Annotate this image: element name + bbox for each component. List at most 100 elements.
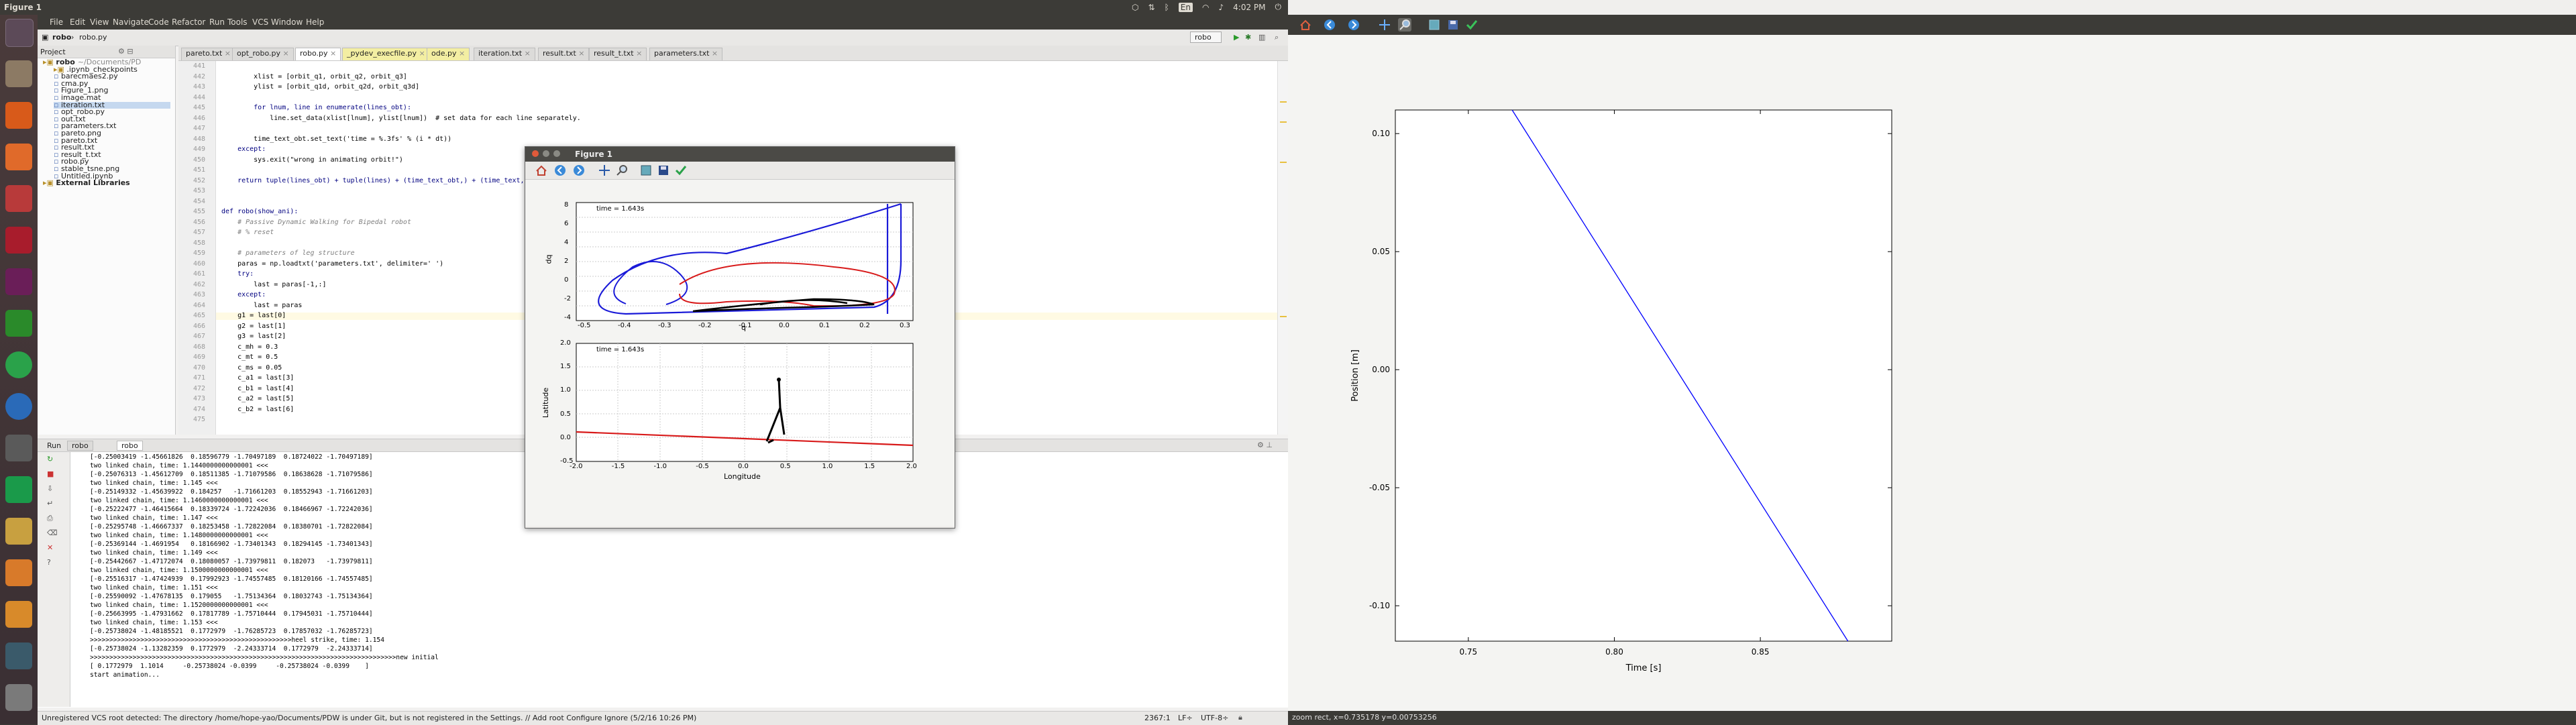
menu-refactor[interactable]: Refactor [172, 17, 205, 27]
print-icon[interactable]: ⎙ [47, 514, 53, 523]
coverage-icon[interactable]: ▥ [1258, 33, 1265, 42]
code-line[interactable]: g3 = last[2] [221, 333, 286, 340]
code-line[interactable]: c_ms = 0.05 [221, 364, 282, 372]
menu-tools[interactable]: Tools [227, 17, 248, 27]
close-tab-icon[interactable]: × [709, 49, 718, 58]
chrome-icon[interactable] [5, 351, 32, 378]
menu-window[interactable]: Window [271, 17, 303, 27]
code-line[interactable]: c_b1 = last[4] [221, 385, 294, 392]
menu-navigate[interactable]: Navigate [113, 17, 149, 27]
zoom-icon[interactable] [615, 164, 629, 177]
soft-wrap-icon[interactable]: ↵ [47, 499, 53, 508]
tab-opt-robo-py[interactable]: opt_robo.py × [232, 48, 294, 60]
menu-file[interactable]: File [50, 17, 63, 27]
code-line[interactable]: time_text_obt.set_text('time = %.3fs' % … [221, 135, 451, 143]
code-line[interactable]: c_a1 = last[3] [221, 374, 294, 382]
code-line[interactable]: except: [221, 146, 266, 153]
forward-icon[interactable] [1347, 18, 1360, 32]
run-settings-icon[interactable]: ⚙ ⊥ [1257, 441, 1273, 449]
code-line[interactable]: c_a2 = last[5] [221, 395, 294, 402]
edit-axis-icon[interactable] [1465, 18, 1479, 32]
zoom-icon[interactable] [1398, 18, 1411, 32]
subplots-config-icon[interactable] [1428, 18, 1441, 32]
ubuntu-software-icon[interactable] [5, 144, 32, 170]
code-line[interactable]: last = paras[-1,:] [221, 281, 326, 288]
code-line[interactable]: except: [221, 291, 266, 298]
code-line[interactable]: c_b2 = last[6] [221, 406, 294, 413]
menu-vcs[interactable]: VCS [252, 17, 268, 27]
breadcrumb-project[interactable]: robo [52, 33, 71, 42]
oscilloscope-icon[interactable] [5, 601, 32, 628]
code-line[interactable]: # parameters of leg structure [221, 249, 355, 257]
close-tab-icon[interactable]: × [576, 49, 584, 58]
run-tool-label[interactable]: Run [47, 441, 61, 450]
terminal-icon[interactable] [5, 268, 32, 295]
menu-code[interactable]: Code [148, 17, 169, 27]
close-tab-icon[interactable]: × [522, 49, 531, 58]
bluetooth-icon[interactable]: ᛒ [1165, 3, 1169, 12]
pan-icon[interactable] [598, 164, 611, 177]
clear-icon[interactable]: ⌫ [47, 528, 58, 537]
tree-folder[interactable]: ▸▣ External Libraries [43, 179, 130, 186]
code-line[interactable]: c_mt = 0.5 [221, 353, 278, 361]
dash-icon[interactable] [5, 19, 34, 47]
lock-icon[interactable]: 🔒︎ [1238, 713, 1242, 722]
code-line[interactable]: try: [221, 270, 254, 278]
keyboard-layout-indicator[interactable]: En [1178, 2, 1193, 12]
run-config-select[interactable]: robo [1190, 32, 1222, 43]
code-line[interactable]: last = paras [221, 302, 302, 309]
code-line[interactable]: ylist = [orbit_q1d, orbit_q2d, orbit_q3d… [221, 83, 419, 91]
tab-iteration-txt[interactable]: iteration.txt × [474, 48, 535, 60]
code-line[interactable]: # Passive Dynamic Walking for Bipedal ro… [221, 219, 411, 226]
wifi-icon[interactable]: ◠ [1202, 3, 1209, 12]
code-line[interactable]: return tuple(lines_obt) + tuple(lines) +… [221, 177, 528, 184]
camera-icon[interactable] [5, 684, 32, 711]
save-figure-icon[interactable] [1446, 18, 1460, 32]
menu-help[interactable]: Help [306, 17, 324, 27]
thunderbird-icon[interactable] [5, 393, 32, 420]
help-icon[interactable]: ? [47, 558, 51, 567]
status-message[interactable]: Unregistered VCS root detected: The dire… [42, 714, 696, 722]
document-viewer-icon[interactable] [5, 518, 32, 545]
code-line[interactable]: line.set_data(xlist[lnum], ylist[lnum]) … [221, 115, 581, 122]
matlab-icon[interactable] [5, 559, 32, 586]
forward-icon[interactable] [572, 164, 586, 177]
code-line[interactable]: g1 = last[0] [221, 312, 286, 319]
close-tab-icon[interactable]: × [280, 49, 289, 58]
debug-icon[interactable]: ✱ [1245, 33, 1251, 42]
editor-error-stripe[interactable] [1277, 61, 1289, 435]
scroll-down-icon[interactable]: ⇩ [47, 484, 53, 493]
maximize-window-button[interactable] [553, 150, 560, 157]
tab-ode-py[interactable]: ode.py × [427, 48, 470, 60]
minimize-window-button[interactable] [543, 150, 549, 157]
code-line[interactable]: g2 = last[1] [221, 323, 286, 330]
figure-canvas[interactable]: time = 1.643s dq q -0.5 -0.4 -0.3 -0.2 -0.1 0… [525, 180, 955, 526]
run-icon[interactable]: ▶ [1234, 33, 1239, 42]
line-separator[interactable]: LF÷ [1178, 714, 1193, 722]
close-window-button[interactable] [532, 150, 539, 157]
network-icon[interactable]: ⇅ [1148, 3, 1155, 12]
tab--pydev-execfile-py[interactable]: _pydev_execfile.py × [342, 48, 430, 60]
close-tab-icon[interactable]: × [328, 49, 336, 58]
code-line[interactable]: def robo(show_ani): [221, 208, 298, 215]
tab-parameters-txt[interactable]: parameters.txt × [649, 48, 723, 60]
clock[interactable]: 4:02 PM [1233, 3, 1265, 12]
pan-icon[interactable] [1378, 18, 1391, 32]
project-view-selector[interactable]: Project [40, 48, 66, 56]
mendeley-icon[interactable] [5, 227, 32, 254]
code-line[interactable]: xlist = [orbit_q1, orbit_q2, orbit_q3] [221, 73, 407, 80]
tab-pareto-txt[interactable]: pareto.txt × [181, 48, 235, 60]
code-line[interactable]: c_mh = 0.3 [221, 343, 278, 351]
run-tab-1[interactable]: robo [67, 441, 93, 451]
back-icon[interactable] [1323, 18, 1336, 32]
menu-run[interactable]: Run [209, 17, 225, 27]
save-figure-icon[interactable] [657, 164, 670, 177]
code-line[interactable]: # % reset [221, 229, 274, 236]
settings-icon[interactable] [5, 185, 32, 212]
files-icon[interactable] [5, 60, 32, 87]
pycharm-icon[interactable] [5, 476, 32, 503]
edit-axis-icon[interactable] [674, 164, 688, 177]
volume-icon[interactable]: ♪ [1218, 3, 1224, 12]
file-encoding[interactable]: UTF-8÷ [1201, 714, 1228, 722]
rerun-icon[interactable]: ↻ [47, 455, 53, 463]
